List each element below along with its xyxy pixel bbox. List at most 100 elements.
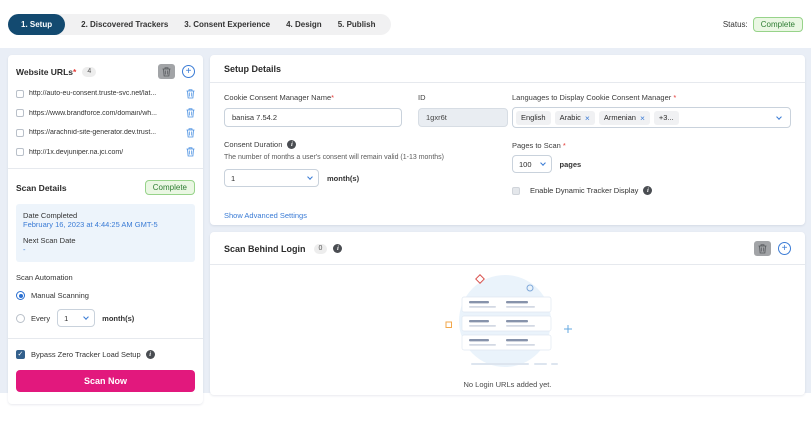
dynamic-tracker-label: Enable Dynamic Tracker Display: [530, 186, 639, 195]
pages-to-scan-select[interactable]: 100: [512, 155, 552, 173]
ccm-name-field-group: Cookie Consent Manager Name*: [224, 93, 402, 127]
setup-details-title: Setup Details: [224, 64, 282, 74]
trash-icon: [758, 243, 767, 254]
info-icon[interactable]: i: [287, 140, 297, 149]
url-text: http://1x.devjuniper.na.jci.com/: [29, 148, 124, 156]
setup-stepper: 1. Setup 2. Discovered Trackers 3. Conse…: [8, 13, 392, 35]
languages-label: Languages to Display Cookie Consent Mana…: [512, 93, 677, 102]
scan-behind-login-panel: Scan Behind Login 0 i + No Login URLs ad…: [210, 232, 805, 395]
setup-details-panel: Setup Details Cookie Consent Manager Nam…: [210, 55, 805, 225]
plus-icon: +: [185, 65, 192, 77]
required-asterisk: *: [73, 66, 77, 77]
url-checkbox[interactable]: [16, 89, 24, 98]
login-urls-empty-state: No Login URLs added yet.: [224, 265, 791, 389]
every-label: Every: [31, 313, 51, 323]
scan-interval-select[interactable]: 1: [57, 309, 96, 327]
delete-url-icon[interactable]: [186, 127, 195, 138]
url-checkbox[interactable]: [16, 148, 24, 156]
trash-icon: [162, 66, 171, 77]
bypass-zero-tracker-checkbox[interactable]: [16, 350, 25, 359]
date-completed-value: February 16, 2023 at 4:44:25 AM GMT-5: [23, 220, 158, 229]
url-text: https://arachnid-site-generator.dev.trus…: [29, 129, 157, 136]
consent-duration-unit: month(s): [327, 173, 360, 183]
info-icon[interactable]: i: [333, 244, 343, 253]
divider: [210, 82, 805, 83]
info-icon[interactable]: i: [643, 186, 653, 195]
ccm-id-field-group: ID: [418, 93, 508, 127]
language-overflow-tag[interactable]: +3...: [653, 110, 679, 125]
chevron-down-icon: [83, 314, 90, 320]
url-text: https://www.brandforce.com/domain/wh...: [29, 109, 157, 117]
consent-duration-help: The number of months a user's consent wi…: [224, 154, 444, 161]
remove-tag-icon[interactable]: ×: [585, 113, 590, 122]
every-unit-label: month(s): [102, 313, 135, 323]
divider: [8, 168, 203, 169]
delete-urls-button[interactable]: [158, 64, 175, 79]
add-url-button[interactable]: +: [182, 65, 195, 78]
ccm-name-label: Cookie Consent Manager Name*: [224, 93, 335, 102]
empty-state-text: No Login URLs added yet.: [463, 380, 552, 389]
language-tag: English: [516, 110, 551, 125]
login-urls-count-badge: 0: [313, 243, 328, 254]
next-scan-label: Next Scan Date: [23, 236, 76, 245]
language-tag: Arabic ×: [554, 110, 595, 125]
website-urls-count-badge: 4: [82, 66, 97, 77]
url-list-item: http://1x.devjuniper.na.jci.com/: [16, 147, 195, 157]
status-badge: Complete: [752, 16, 803, 32]
scan-behind-login-header: Scan Behind Login 0 i +: [224, 241, 791, 256]
delete-url-icon[interactable]: [186, 108, 195, 118]
show-advanced-settings-link[interactable]: Show Advanced Settings: [224, 211, 307, 220]
next-scan-value: -: [23, 245, 26, 254]
scheduled-scanning-option: Every 1 month(s): [16, 309, 195, 327]
step-consent-experience[interactable]: 3. Consent Experience: [184, 20, 270, 29]
remove-tag-icon[interactable]: ×: [640, 113, 645, 122]
url-list-item: https://www.brandforce.com/domain/wh...: [16, 108, 195, 118]
step-publish[interactable]: 5. Publish: [338, 20, 376, 29]
step-setup[interactable]: 1. Setup: [8, 13, 66, 35]
bypass-zero-tracker-row: Bypass Zero Tracker Load Setup i: [16, 350, 195, 359]
scan-automation-label: Scan Automation: [16, 273, 73, 282]
languages-multiselect[interactable]: English Arabic × Armenian × +3...: [512, 107, 791, 128]
dynamic-tracker-checkbox[interactable]: [512, 186, 520, 195]
website-urls-panel: Website URLs* 4 + http://auto-eu-consent…: [8, 55, 203, 404]
delete-url-icon[interactable]: [186, 147, 195, 157]
manual-scanning-radio[interactable]: [16, 291, 25, 300]
scan-dates-box: Date Completed February 16, 2023 at 4:44…: [16, 204, 195, 262]
delete-login-urls-button[interactable]: [754, 241, 771, 256]
delete-url-icon[interactable]: [186, 88, 195, 99]
chevron-down-icon: [776, 113, 782, 120]
divider: [8, 338, 203, 339]
required-asterisk: *: [673, 93, 677, 102]
ccm-name-input[interactable]: [224, 108, 402, 127]
status-indicator: Status: Complete: [723, 16, 803, 32]
url-checkbox[interactable]: [16, 128, 24, 137]
main-column: Setup Details Cookie Consent Manager Nam…: [210, 55, 805, 395]
add-login-url-button[interactable]: +: [778, 242, 791, 255]
url-checkbox[interactable]: [16, 109, 24, 117]
chevron-down-icon: [307, 174, 313, 180]
content-area: Website URLs* 4 + http://auto-eu-consent…: [0, 48, 811, 404]
url-text: http://auto-eu-consent.truste-svc.net/la…: [29, 90, 157, 97]
scan-now-button[interactable]: Scan Now: [16, 370, 195, 392]
step-discovered-trackers[interactable]: 2. Discovered Trackers: [81, 20, 168, 29]
scan-interval-value: 1: [64, 313, 69, 323]
language-tag: Armenian ×: [598, 110, 650, 125]
scan-details-title: Scan Details: [16, 182, 67, 193]
consent-duration-select[interactable]: 1: [224, 169, 319, 187]
empty-state-illustration: [433, 271, 583, 376]
date-completed-label: Date Completed: [23, 211, 78, 220]
required-asterisk: *: [562, 141, 566, 150]
info-icon[interactable]: i: [145, 350, 155, 359]
manual-scanning-label: Manual Scanning: [31, 291, 89, 300]
scheduled-scanning-radio[interactable]: [16, 313, 25, 323]
step-design[interactable]: 4. Design: [286, 20, 322, 29]
ccm-id-input: [418, 108, 508, 127]
scan-behind-login-title: Scan Behind Login: [224, 243, 306, 254]
pages-unit-label: pages: [559, 159, 582, 169]
url-list-item: http://auto-eu-consent.truste-svc.net/la…: [16, 88, 195, 99]
scan-details-header: Scan Details Complete: [16, 180, 195, 195]
consent-duration-label: Consent Duration: [224, 140, 283, 149]
website-urls-header: Website URLs* 4 +: [16, 64, 195, 79]
url-list-item: https://arachnid-site-generator.dev.trus…: [16, 127, 195, 138]
top-bar: 1. Setup 2. Discovered Trackers 3. Conse…: [0, 0, 811, 48]
